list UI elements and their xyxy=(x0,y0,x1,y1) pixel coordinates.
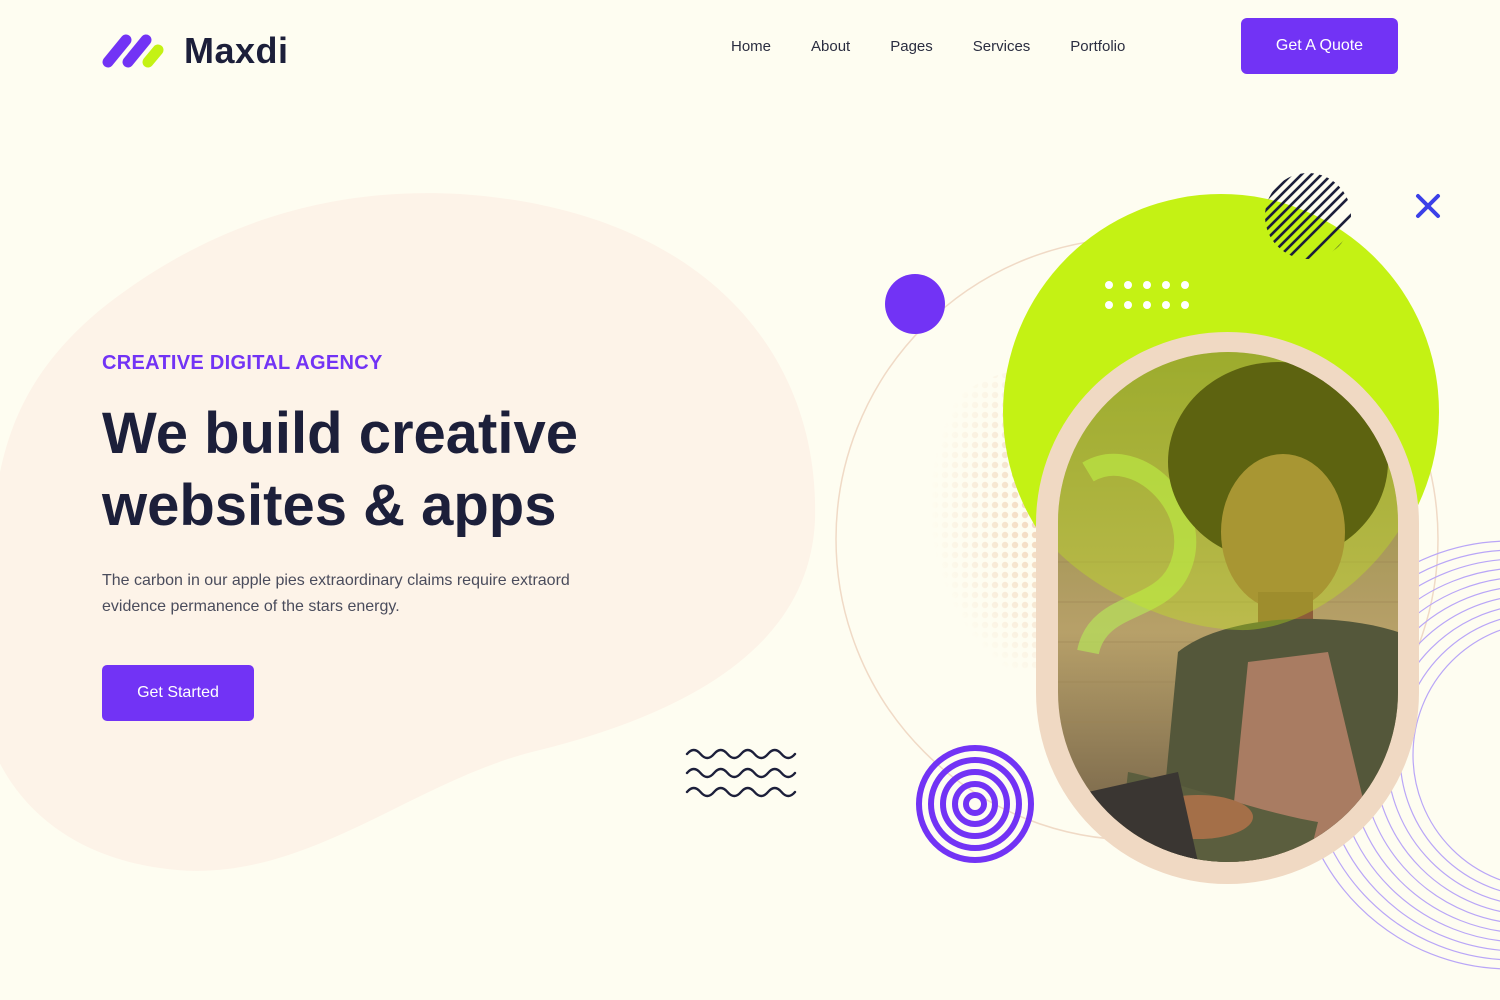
nav-item-about[interactable]: About xyxy=(811,38,850,55)
logo-mark-icon xyxy=(102,34,164,68)
headline-line-1: We build creative xyxy=(102,398,578,470)
nav-item-pages[interactable]: Pages xyxy=(890,38,933,55)
nav-item-services[interactable]: Services xyxy=(973,38,1031,55)
white-dots-decoration xyxy=(1105,281,1189,309)
get-started-button[interactable]: Get Started xyxy=(102,665,254,721)
main-nav: Home About Pages Services Portfolio xyxy=(731,38,1165,55)
wavy-lines-decoration xyxy=(685,748,797,798)
target-rings-decoration xyxy=(916,745,1034,863)
nav-item-portfolio[interactable]: Portfolio xyxy=(1070,38,1125,55)
hero-headline: We build creative websites & apps xyxy=(102,398,702,542)
hero-eyebrow: CREATIVE DIGITAL AGENCY xyxy=(102,352,383,374)
hero-person-photo xyxy=(1058,352,1398,862)
striped-circle-decoration xyxy=(1265,173,1351,259)
headline-line-2: websites & apps xyxy=(102,473,557,538)
purple-dot-decoration xyxy=(885,274,945,334)
landing-page: Maxdi Home About Pages Services Portfoli… xyxy=(0,0,1500,1000)
hero-subtext: The carbon in our apple pies extraordina… xyxy=(102,572,570,615)
nav-item-home[interactable]: Home xyxy=(731,38,771,55)
close-x-decoration-icon xyxy=(1416,194,1440,218)
brand-logo[interactable]: Maxdi xyxy=(102,30,289,72)
brand-name: Maxdi xyxy=(184,30,289,71)
get-quote-button[interactable]: Get A Quote xyxy=(1241,18,1398,74)
